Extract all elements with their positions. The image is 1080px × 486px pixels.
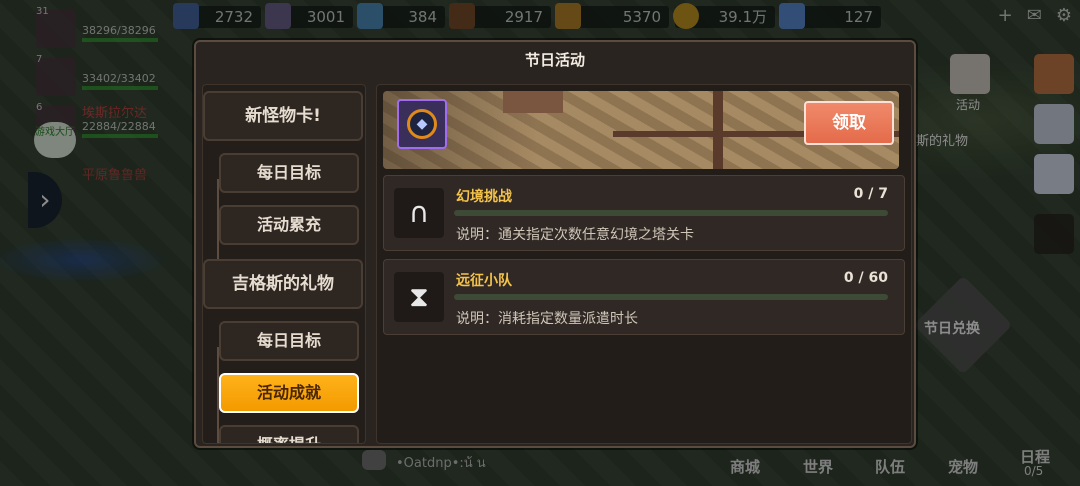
claim-button[interactable]: 领取 — [804, 101, 894, 145]
horseshoe-icon: ∩ — [394, 188, 444, 238]
menu-item-daily-goals[interactable]: 每日目标 — [219, 321, 359, 361]
menu-item-event-recharge[interactable]: 活动累充 — [219, 205, 359, 245]
task-progress: 0 / 60 — [843, 270, 888, 286]
diamond-icon: ◆ — [407, 109, 437, 139]
activity-menu: 新怪物卡! 每日目标 活动累充 吉格斯的礼物 每日目标 活动成就 概率提升 — [202, 84, 366, 444]
task-name: 远征小队 — [456, 273, 512, 289]
activity-content: ◆ 领取 ∩ 幻境挑战 0 / 7 说明：通关指定次数任意幻境之塔关卡 ⧗ 远征… — [376, 84, 912, 444]
menu-category-new-monster-card[interactable]: 新怪物卡! — [203, 91, 363, 141]
task-card: ∩ 幻境挑战 0 / 7 说明：通关指定次数任意幻境之塔关卡 — [383, 175, 905, 251]
task-progress: 0 / 7 — [853, 186, 888, 202]
reward-item-icon[interactable]: ◆ — [397, 99, 447, 149]
festival-activity-dialog: 节日活动 新怪物卡! 每日目标 活动累充 吉格斯的礼物 每日目标 活动成就 概率… — [194, 40, 916, 448]
menu-item-rate-up[interactable]: 概率提升 — [219, 425, 359, 443]
menu-item-daily-goals[interactable]: 每日目标 — [219, 153, 359, 193]
task-name: 幻境挑战 — [456, 189, 512, 205]
task-description: 说明：通关指定次数任意幻境之塔关卡 — [456, 227, 694, 243]
task-description: 说明：消耗指定数量派遣时长 — [456, 311, 638, 327]
progress-bar — [454, 294, 888, 300]
progress-bar — [454, 210, 888, 216]
menu-item-event-achievements[interactable]: 活动成就 — [219, 373, 359, 413]
menu-category-giggs-gift[interactable]: 吉格斯的礼物 — [203, 259, 363, 309]
dialog-title: 节日活动 — [524, 51, 585, 69]
task-card: ⧗ 远征小队 0 / 60 说明：消耗指定数量派遣时长 — [383, 259, 905, 335]
hourglass-icon: ⧗ — [394, 272, 444, 322]
